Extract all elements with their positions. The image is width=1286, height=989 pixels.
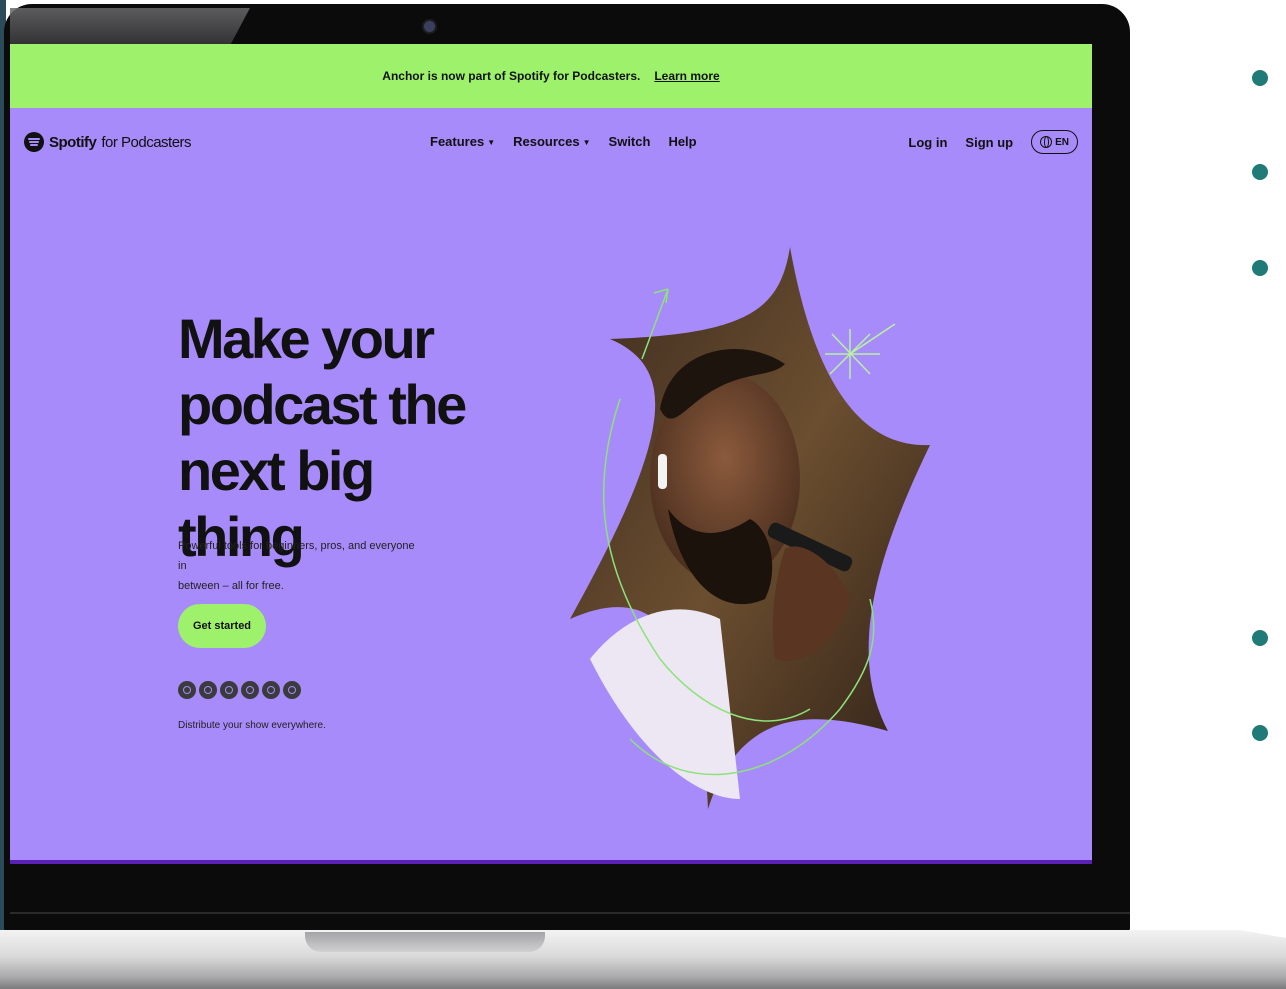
distribute-text: Distribute your show everywhere. xyxy=(178,720,326,731)
language-button[interactable]: EN xyxy=(1031,130,1078,154)
brand-logo-link[interactable]: Spotify for Podcasters xyxy=(24,132,192,152)
bullet-icon xyxy=(1252,164,1268,180)
laptop-base xyxy=(0,930,1286,989)
get-started-button[interactable]: Get started xyxy=(178,604,266,648)
hero-title: Make your podcast the next big thing xyxy=(178,307,467,568)
nav-features[interactable]: Features ▼ xyxy=(430,134,495,149)
language-label: EN xyxy=(1055,136,1069,148)
hero-subtitle: Powerful tools for beginners, pros, and … xyxy=(178,540,415,592)
learn-more-link[interactable]: Learn more xyxy=(654,69,719,83)
caret-down-icon: ▼ xyxy=(487,138,496,148)
announcement-banner: Anchor is now part of Spotify for Podcas… xyxy=(10,44,1092,108)
hero-illustration xyxy=(570,247,930,809)
spotify-icon[interactable] xyxy=(178,681,196,699)
google-podcasts-icon[interactable] xyxy=(220,681,238,699)
bullet-icon xyxy=(1252,260,1268,276)
bullet-icon xyxy=(1252,725,1268,741)
auth-nav: Log in Sign up EN xyxy=(908,130,1078,154)
bezel-line xyxy=(10,912,1130,914)
apple-podcasts-icon[interactable] xyxy=(199,681,217,699)
lid-glare xyxy=(10,8,250,44)
platform-icons xyxy=(178,681,301,699)
browser-screen: Anchor is now part of Spotify for Podcas… xyxy=(10,44,1092,864)
main-nav: Features ▼ Resources ▼ Switch Help xyxy=(430,134,697,149)
pocket-casts-icon[interactable] xyxy=(283,681,301,699)
sparkle-icon xyxy=(825,323,896,379)
signup-link[interactable]: Sign up xyxy=(965,135,1013,150)
brand-subtitle: for Podcasters xyxy=(101,133,192,151)
bullet-icon xyxy=(1252,70,1268,86)
amazon-music-icon[interactable] xyxy=(241,681,259,699)
spotify-logo-icon xyxy=(24,132,44,152)
screen-bottom-bar xyxy=(10,860,1092,864)
camera-icon xyxy=(424,21,435,32)
brand-name: Spotify xyxy=(49,133,97,151)
overcast-icon[interactable] xyxy=(262,681,280,699)
nav-resources[interactable]: Resources ▼ xyxy=(513,134,590,149)
bullet-icon xyxy=(1252,630,1268,646)
banner-text: Anchor is now part of Spotify for Podcas… xyxy=(382,69,641,83)
laptop-notch xyxy=(305,932,545,952)
nav-help[interactable]: Help xyxy=(668,134,696,149)
caret-down-icon: ▼ xyxy=(582,138,591,148)
login-link[interactable]: Log in xyxy=(908,135,947,150)
top-nav: Spotify for Podcasters Features ▼ Resourc… xyxy=(10,126,1092,166)
globe-icon xyxy=(1040,136,1053,148)
nav-switch[interactable]: Switch xyxy=(609,134,651,149)
